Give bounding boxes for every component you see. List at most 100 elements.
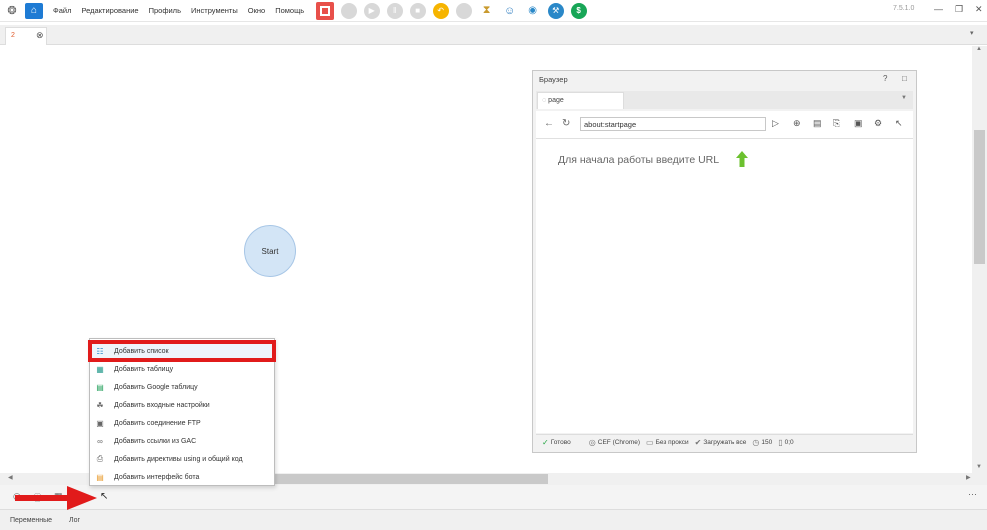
- browser-navbar: ← ↻ about:startpage ▷ ⊕ ▤ ⎘ ▣ ⚙ ↖: [536, 111, 913, 139]
- menu-item-add-input-settings[interactable]: ☘ Добавить входные настройки: [90, 396, 274, 414]
- link-icon: ∞: [97, 436, 103, 446]
- menu-item-add-ftp[interactable]: ▣ Добавить соединение FTP: [90, 414, 274, 432]
- browser-tab[interactable]: ◌ page: [537, 92, 624, 109]
- status-engine-label: CEF (Chrome): [597, 439, 641, 446]
- page-icon[interactable]: ▤: [813, 118, 822, 129]
- browser-title: Браузер: [539, 75, 568, 84]
- project-tab[interactable]: 2 ⊗: [5, 27, 47, 45]
- status-coords: ▯ 0;0: [778, 438, 793, 447]
- scroll-right-icon[interactable]: ▶: [966, 474, 971, 481]
- url-input[interactable]: about:startpage: [580, 117, 766, 131]
- window-icon[interactable]: ▣: [854, 118, 863, 129]
- load-icon: ✔: [694, 438, 702, 447]
- menu-item-add-list[interactable]: ☷ Добавить список: [88, 340, 276, 362]
- google-sheets-icon: ▤: [96, 382, 104, 392]
- minimize-icon[interactable]: —: [934, 4, 943, 14]
- more-icon[interactable]: ⋯: [968, 489, 977, 500]
- menu-item-label: Добавить директивы using и общий код: [114, 455, 243, 463]
- dollar-icon[interactable]: $: [570, 2, 587, 19]
- status-proxy-label: Без прокси: [655, 439, 689, 446]
- globe-icon: ◌: [542, 97, 547, 104]
- menu-item-add-table[interactable]: ▦ Добавить таблицу: [90, 360, 274, 378]
- tab-close-icon[interactable]: ⊗: [36, 30, 44, 41]
- add-icon[interactable]: ⊕: [793, 118, 801, 129]
- eye-icon[interactable]: ◉: [525, 3, 541, 19]
- vertical-scrollbar[interactable]: ▲ ▼: [972, 46, 987, 473]
- vertical-scroll-thumb[interactable]: [974, 130, 985, 264]
- menu-item-label: Добавить соединение FTP: [114, 419, 201, 427]
- menu-window[interactable]: Окно: [248, 6, 265, 15]
- chevron-down-icon[interactable]: ▼: [901, 95, 907, 101]
- browser-tabs: ◌ page ▼: [536, 91, 913, 109]
- recaptcha-icon[interactable]: ⚒: [547, 2, 564, 19]
- menu-help[interactable]: Помощь: [275, 6, 304, 15]
- scroll-down-icon[interactable]: ▼: [976, 464, 982, 470]
- input-settings-icon: ☘: [96, 400, 104, 410]
- menu-item-label: Добавить интерфейс бота: [114, 473, 200, 481]
- menu-item-label: Добавить входные настройки: [114, 401, 210, 409]
- browser-content[interactable]: Для начала работы введите URL: [536, 139, 913, 433]
- annotation-arrow-icon: [15, 486, 97, 510]
- chevron-down-icon[interactable]: ▾: [970, 29, 974, 37]
- menu-file[interactable]: Файл: [53, 6, 71, 15]
- browser-status-bar: ✓ Готово ◎ CEF (Chrome) ▭ Без прокси ✔ Загру…: [536, 434, 913, 450]
- play-icon[interactable]: ▶: [363, 2, 380, 19]
- maximize-icon[interactable]: □: [902, 74, 907, 83]
- copy-icon[interactable]: ⎘: [833, 118, 840, 129]
- menu-edit[interactable]: Редактирование: [81, 6, 138, 15]
- horizontal-scroll-thumb[interactable]: [270, 474, 548, 484]
- tab-log[interactable]: Лог: [69, 517, 80, 524]
- list-icon: ☷: [96, 346, 104, 356]
- circle-icon[interactable]: [340, 2, 357, 19]
- project-tabs: 2 ⊗ ▾: [0, 25, 987, 45]
- scroll-up-icon[interactable]: ▲: [976, 46, 982, 52]
- mouse-icon: ▯: [778, 438, 783, 447]
- status-coords-label: 0;0: [784, 439, 794, 446]
- menu-item-add-using-directives[interactable]: ⎙ Добавить директивы using и общий код: [90, 450, 274, 468]
- back-icon[interactable]: ←: [544, 118, 554, 129]
- menu-tools[interactable]: Инструменты: [191, 6, 238, 15]
- status-load-label: Загружать все: [703, 439, 747, 446]
- clock-icon: ◷: [752, 438, 760, 447]
- toolbar: ▶ ‖ ■ ↶ ⧗ ☺ ◉ ⚒ $: [312, 1, 590, 20]
- status-engine[interactable]: ◎ CEF (Chrome): [589, 438, 640, 447]
- restore-icon[interactable]: ❐: [955, 4, 963, 15]
- go-icon[interactable]: ▷: [772, 118, 779, 129]
- cursor-icon[interactable]: ↖: [895, 118, 903, 129]
- scroll-left-icon[interactable]: ◀: [8, 474, 13, 481]
- menu-item-label: Добавить ссылки из GAC: [114, 437, 197, 445]
- start-hint: Для начала работы введите URL: [558, 154, 720, 166]
- menu-item-label: Добавить список: [114, 347, 169, 355]
- circle-icon[interactable]: [455, 2, 472, 19]
- start-node-label: Start: [261, 246, 279, 256]
- menu-item-add-gac-links[interactable]: ∞ Добавить ссылки из GAC: [90, 432, 274, 450]
- hourglass-icon[interactable]: ⧗: [479, 3, 495, 19]
- refresh-icon[interactable]: ↻: [562, 118, 570, 129]
- start-node[interactable]: Start: [244, 225, 296, 277]
- user-icon[interactable]: ☺: [502, 3, 518, 19]
- menu-item-add-google-table[interactable]: ▤ Добавить Google таблицу: [90, 378, 274, 396]
- status-proxy[interactable]: ▭ Без прокси: [646, 438, 689, 447]
- undo-icon[interactable]: ↶: [432, 2, 449, 19]
- status-load[interactable]: ✔ Загружать все: [695, 438, 747, 447]
- menu-profile[interactable]: Профиль: [149, 6, 181, 15]
- tab-variables[interactable]: Переменные: [10, 517, 52, 524]
- version-label: 7.5.1.0: [893, 5, 915, 12]
- browser-tab-label: page: [548, 97, 564, 104]
- stop-icon[interactable]: ■: [409, 2, 426, 19]
- table-icon: ▦: [96, 364, 104, 374]
- settings-icon[interactable]: ⚙: [874, 118, 882, 129]
- status-ready-label: Готово: [550, 439, 571, 446]
- record-icon[interactable]: [315, 1, 334, 20]
- pause-icon[interactable]: ‖: [386, 2, 403, 19]
- code-icon: ⎙: [96, 454, 104, 463]
- engine-icon: ◎: [588, 438, 596, 447]
- mouse-cursor-icon: ↖: [100, 491, 109, 502]
- close-icon[interactable]: ✕: [975, 4, 983, 15]
- menu-bar: ❂ ⌂ Файл Редактирование Профиль Инструме…: [0, 0, 987, 22]
- home-button[interactable]: ⌂: [25, 2, 43, 19]
- help-button[interactable]: ?: [883, 74, 887, 83]
- status-zoom[interactable]: ◷ 150: [752, 438, 772, 447]
- menu-item-label: Добавить Google таблицу: [114, 383, 198, 391]
- menu-item-add-bot-interface[interactable]: ▤ Добавить интерфейс бота: [90, 468, 274, 486]
